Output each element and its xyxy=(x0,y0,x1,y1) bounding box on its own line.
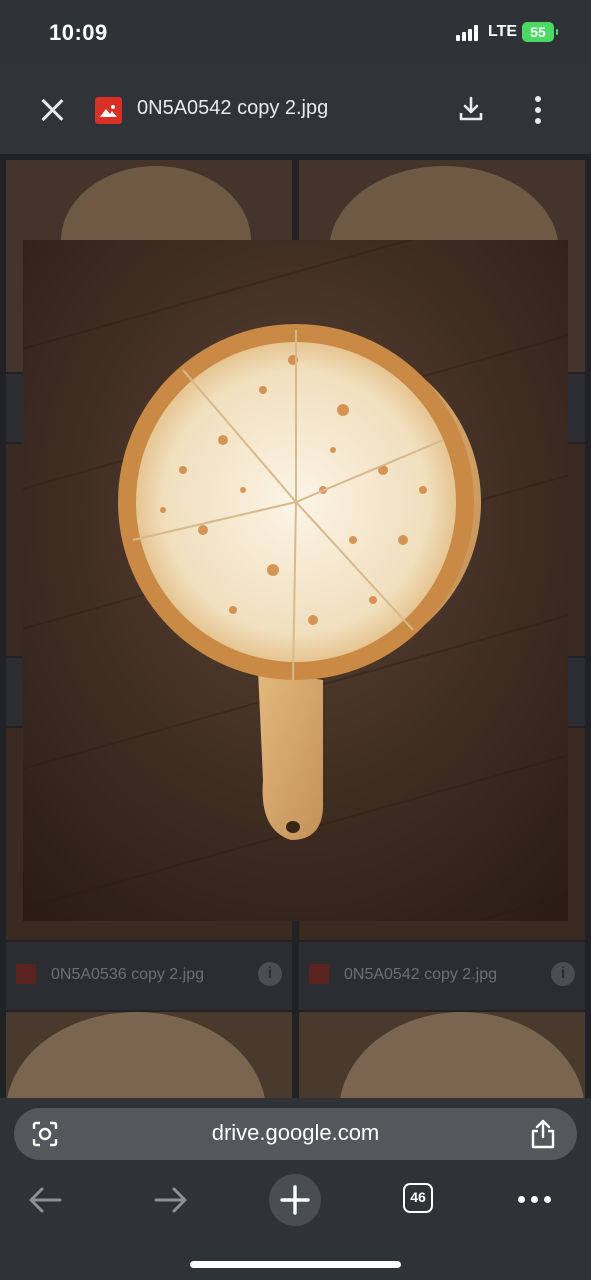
grid-item-label: 0N5A0542 copy 2.jpg xyxy=(344,966,497,983)
tab-count: 46 xyxy=(410,1189,426,1205)
info-icon[interactable]: i xyxy=(258,962,282,986)
status-bar: 10:09 LTE 55 xyxy=(0,0,591,64)
grid-item[interactable]: 0N5A0536 copy 2.jpg i xyxy=(6,942,292,1010)
home-indicator[interactable] xyxy=(190,1261,401,1268)
share-icon[interactable] xyxy=(530,1119,556,1149)
image-file-icon xyxy=(309,964,329,984)
battery-icon: 55 xyxy=(522,22,558,42)
forward-arrow-icon[interactable] xyxy=(154,1186,188,1219)
image-preview xyxy=(23,240,568,921)
battery-level: 55 xyxy=(530,24,546,40)
grid-item-label: 0N5A0536 copy 2.jpg xyxy=(51,966,204,983)
plus-icon xyxy=(280,1185,310,1215)
cellular-signal-icon xyxy=(456,25,482,41)
more-horiz-icon[interactable] xyxy=(518,1196,552,1204)
grid-thumbnail xyxy=(6,1012,292,1098)
close-icon[interactable] xyxy=(38,96,66,124)
url-text: drive.google.com xyxy=(211,1120,380,1145)
image-file-icon xyxy=(16,964,36,984)
back-arrow-icon[interactable] xyxy=(28,1186,62,1219)
grid-item[interactable]: 0N5A0542 copy 2.jpg i xyxy=(299,942,585,1010)
pizza xyxy=(118,324,474,681)
network-type: LTE xyxy=(488,23,518,40)
download-icon[interactable] xyxy=(458,96,484,122)
file-name-title: 0N5A0542 copy 2.jpg xyxy=(137,97,329,119)
status-time: 10:09 xyxy=(49,20,108,45)
new-tab-button[interactable] xyxy=(269,1174,321,1226)
grid-thumbnail xyxy=(299,1012,585,1098)
image-file-icon xyxy=(95,97,122,124)
info-icon[interactable]: i xyxy=(551,962,575,986)
tabs-button[interactable]: 46 xyxy=(403,1183,433,1213)
more-vert-icon[interactable] xyxy=(534,96,542,124)
